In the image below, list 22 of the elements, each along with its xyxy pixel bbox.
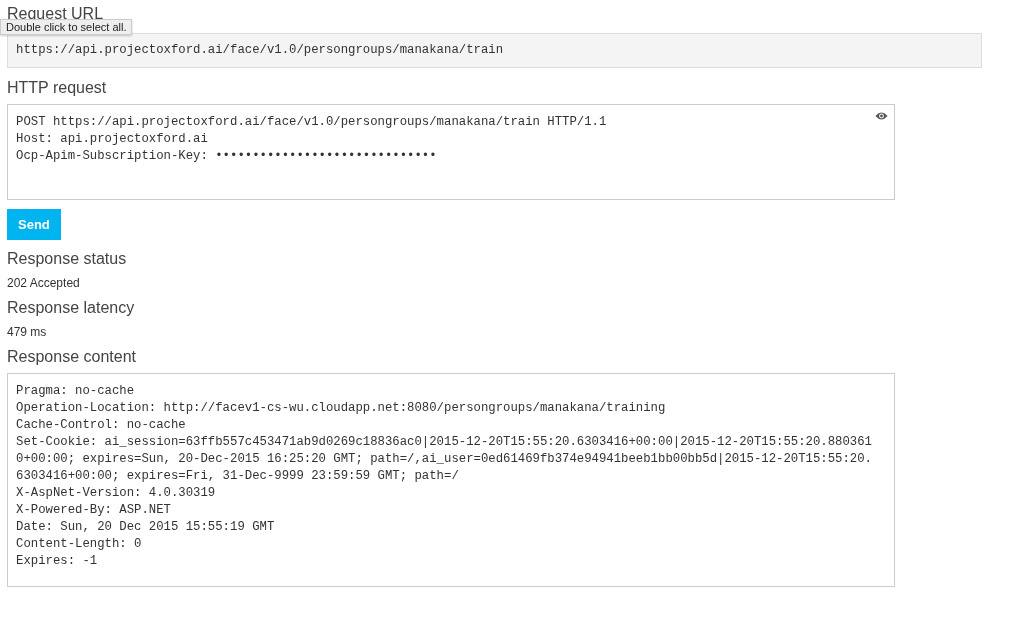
url-field[interactable]: https://api.projectoxford.ai/face/v1.0/persongroups/manakana/train [7, 33, 982, 68]
code-line: X-AspNet-Version: 4.0.30319 [16, 485, 216, 502]
code-line: Host: api.projectoxford.ai [16, 131, 208, 148]
code-line: POST https://api.projectoxford.ai/face/v1.0/persongroups/manakana/train HTTP/1.1 [16, 114, 607, 131]
request-editor[interactable]: POST https://api.projectoxford.ai/face/v1.0/persongroups/manakana/train HTTP/1.1 Host: api.projectoxford.ai Ocp-Apim-Subscription-Key: •••••••••••••••••••••••••••••• [7, 104, 895, 200]
section-heading: Response status [7, 249, 127, 269]
latency-text: 479 ms [7, 325, 47, 339]
code-line: Date: Sun, 20 Dec 2015 15:55:19 GMT [16, 519, 275, 536]
eye-icon[interactable] [875, 111, 888, 121]
tooltip: Double click to select all. [0, 19, 133, 35]
code-line: Expires: -1 [16, 553, 98, 570]
status-text: 202 Accepted [7, 276, 80, 290]
code-line: Ocp-Apim-Subscription-Key: •••••••••••••••••••••••••••••• [16, 148, 437, 165]
code-line: Content-Length: 0 [16, 536, 142, 553]
code-line: Operation-Location: http://facev1-cs-wu.cloudapp.net:8080/persongroups/manakana/training [16, 400, 666, 417]
code-line: Pragma: no-cache [16, 383, 135, 400]
code-line: Set-Cookie: ai_session=63ffb557c453471ab9d0269c18836ac0|2015-12-20T15:55:20.6303416+00:00|2015-12-20T15:55:20.8803610+00:00; expires=Sun, 20-Dec-2015 16:25:20 GMT; path=/,ai_user=0ed61469fb374e94941beeb1bb00bb5d|2015-12-20T15:55:20.6303416+00:00; expires=Fri, 31-Dec-9999 23:59:59 GMT; path=/ [16, 434, 872, 485]
code-line: Cache-Control: no-cache [16, 417, 186, 434]
section-heading: Response latency [7, 298, 135, 318]
code-line: X-Powered-By: ASP.NET [16, 502, 171, 519]
section-heading: Response content [7, 347, 136, 367]
section-heading: HTTP request [7, 78, 107, 98]
